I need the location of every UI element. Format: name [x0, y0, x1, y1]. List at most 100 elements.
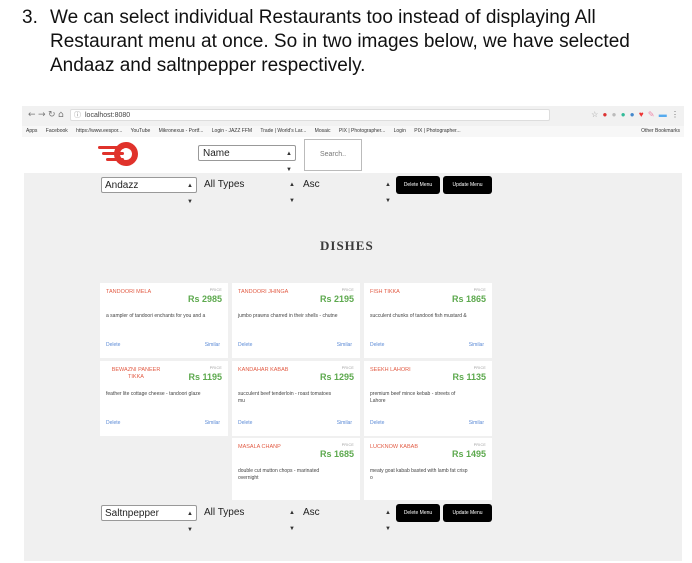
delete-link[interactable]: Delete — [238, 342, 252, 348]
order-select[interactable]: Asc ▲ ▼ — [300, 177, 394, 204]
delete-link[interactable]: Delete — [106, 342, 120, 348]
bookmark-item[interactable]: Login - JAZZ FFM — [212, 128, 252, 134]
home-icon[interactable]: ⌂ — [58, 110, 64, 120]
extension-icon[interactable]: ● — [612, 110, 618, 119]
delete-menu-button[interactable]: Delete Menu — [396, 176, 440, 194]
delete-link[interactable]: Delete — [370, 420, 384, 426]
app-header: Name ▲ ▼ Search.. — [22, 137, 684, 173]
type-select[interactable]: All Types ▲ ▼ — [201, 177, 298, 204]
bookmark-item[interactable]: PIX | Photographer... — [414, 128, 460, 134]
other-bookmarks[interactable]: Other Bookmarks — [641, 126, 680, 137]
dish-description: feather lite cottage cheese - tandoori g… — [106, 391, 201, 397]
similar-link[interactable]: Similar — [337, 342, 352, 348]
dish-price: Rs 1495 — [451, 449, 486, 459]
restaurant-select[interactable]: Andazz ▲ ▼ — [101, 177, 197, 205]
type-select-value: All Types — [204, 179, 245, 190]
menu-panel: Andazz ▲ ▼ All Types ▲ ▼ Asc ▲ ▼ Delete Men… — [24, 173, 682, 561]
select-arrows-icon: ▲ ▼ — [187, 183, 193, 205]
dish-card: MASALA CHANP PRICE Rs 1685 double cut mu… — [232, 438, 360, 500]
similar-link[interactable]: Similar — [205, 420, 220, 426]
address-bar[interactable]: ⓘ localhost:8080 — [70, 109, 550, 121]
step-number: 3. — [22, 7, 38, 28]
dish-description: succulent chunks of tandoori fish mustar… — [370, 313, 467, 319]
dish-description: succulent beef tenderloin - roast tomato… — [238, 391, 332, 404]
dish-description: meaty goat kabab basted with lamb fat cr… — [370, 468, 468, 481]
update-menu-button[interactable]: Update Menu — [443, 504, 492, 522]
dish-card: BEWAZNI PANEER TIKKA PRICE Rs 1195 feath… — [100, 361, 228, 436]
update-menu-button[interactable]: Update Menu — [443, 176, 492, 194]
bookmark-item[interactable]: Apps — [26, 128, 37, 134]
extension-icon[interactable]: ♥ — [639, 110, 645, 119]
price-label: PRICE — [473, 288, 486, 292]
dish-price: Rs 1135 — [452, 372, 486, 382]
bookmark-item[interactable]: Login — [394, 128, 406, 134]
bookmark-item[interactable]: Mikronexus - Portf... — [159, 128, 204, 134]
dish-card: SEEKH LAHORI PRICE Rs 1135 premium beef … — [364, 361, 492, 436]
similar-link[interactable]: Similar — [469, 342, 484, 348]
dish-name: SEEKH LAHORI — [370, 367, 411, 373]
restaurant-select-value: Andazz — [105, 180, 139, 191]
dish-price: Rs 1195 — [188, 372, 222, 382]
type-select[interactable]: All Types ▲ ▼ — [201, 505, 298, 532]
order-select[interactable]: Asc ▲ ▼ — [300, 505, 394, 532]
bookmark-item[interactable]: Mosaic — [315, 128, 331, 134]
similar-link[interactable]: Similar — [469, 420, 484, 426]
address-text: localhost:8080 — [85, 112, 131, 119]
bottom-controls: Saltnpepper ▲ ▼ All Types ▲ ▼ Asc ▲ ▼ Delet… — [24, 503, 682, 533]
dish-price: Rs 1295 — [319, 372, 354, 382]
info-icon: ⓘ — [74, 112, 81, 119]
opera-icon[interactable]: ● — [603, 110, 609, 119]
dish-price: Rs 1865 — [451, 294, 486, 304]
app-screenshot: ← → ↻ ⌂ ⓘ localhost:8080 ☆ ● ● ● ● ♥ ✎ ▬… — [22, 106, 684, 561]
select-arrows-icon: ▲ ▼ — [289, 182, 295, 204]
extension-icon[interactable]: ● — [630, 110, 636, 119]
dish-name: FISH TIKKA — [370, 289, 400, 295]
dish-price: Rs 1685 — [319, 449, 354, 459]
restaurant-logo-icon — [98, 142, 138, 166]
delete-link[interactable]: Delete — [106, 420, 120, 426]
dish-name: TANDOORI JHINGA — [238, 289, 289, 295]
extension-icon[interactable]: ✎ — [648, 110, 656, 119]
step-text: We can select individual Restaurants too… — [50, 7, 630, 76]
dish-card: TANDOORI MELA PRICE Rs 2985 a sampler of… — [100, 283, 228, 358]
delete-link[interactable]: Delete — [238, 420, 252, 426]
delete-link[interactable]: Delete — [370, 342, 384, 348]
back-icon[interactable]: ← — [28, 110, 36, 120]
extension-icons: ☆ ● ● ● ● ♥ ✎ ▬ ⋮ — [591, 110, 680, 119]
cast-icon[interactable]: ▬ — [659, 110, 668, 119]
bookmark-item[interactable]: Facebook — [46, 128, 68, 134]
dish-name: LUCKNOW KABAB — [370, 444, 418, 450]
restaurant-select[interactable]: Saltnpepper ▲ ▼ — [101, 505, 197, 533]
similar-link[interactable]: Similar — [337, 420, 352, 426]
price-label: PRICE — [341, 443, 354, 447]
sort-select[interactable]: Name ▲ ▼ — [198, 145, 296, 173]
similar-link[interactable]: Similar — [205, 342, 220, 348]
extension-icon[interactable]: ● — [621, 110, 627, 119]
dish-name: MASALA CHANP — [238, 444, 281, 450]
forward-icon[interactable]: → — [38, 110, 46, 120]
select-arrows-icon: ▲ ▼ — [385, 510, 391, 532]
dish-card: FISH TIKKA PRICE Rs 1865 succulent chunk… — [364, 283, 492, 358]
select-arrows-icon: ▲ ▼ — [289, 510, 295, 532]
bookmark-item[interactable]: https://www.eespor... — [76, 128, 122, 134]
dish-description: premium beef mince kebab - streets of La… — [370, 391, 456, 404]
price-label: PRICE — [209, 288, 222, 292]
reload-icon[interactable]: ↻ — [48, 110, 56, 120]
dish-name: BEWAZNI PANEER TIKKA — [111, 367, 161, 380]
section-title: DISHES — [320, 238, 374, 253]
star-icon[interactable]: ☆ — [591, 110, 599, 119]
delete-menu-button[interactable]: Delete Menu — [396, 504, 440, 522]
top-controls: Andazz ▲ ▼ All Types ▲ ▼ Asc ▲ ▼ Delete Men… — [24, 175, 682, 205]
dish-card: TANDOORI JHINGA PRICE Rs 2195 jumbo praw… — [232, 283, 360, 358]
dish-price: Rs 2985 — [187, 294, 222, 304]
bookmark-item[interactable]: YouTube — [131, 128, 151, 134]
order-select-value: Asc — [303, 507, 320, 518]
bookmark-item[interactable]: Trade | World's Lar... — [260, 128, 306, 134]
price-label: PRICE — [473, 443, 486, 447]
bookmarks-bar: Apps Facebook https://www.eespor... YouT… — [22, 126, 684, 137]
order-select-value: Asc — [303, 179, 320, 190]
type-select-value: All Types — [204, 507, 245, 518]
search-input[interactable]: Search.. — [304, 139, 362, 171]
menu-icon[interactable]: ⋮ — [671, 110, 680, 119]
bookmark-item[interactable]: PIX | Photographer... — [339, 128, 385, 134]
